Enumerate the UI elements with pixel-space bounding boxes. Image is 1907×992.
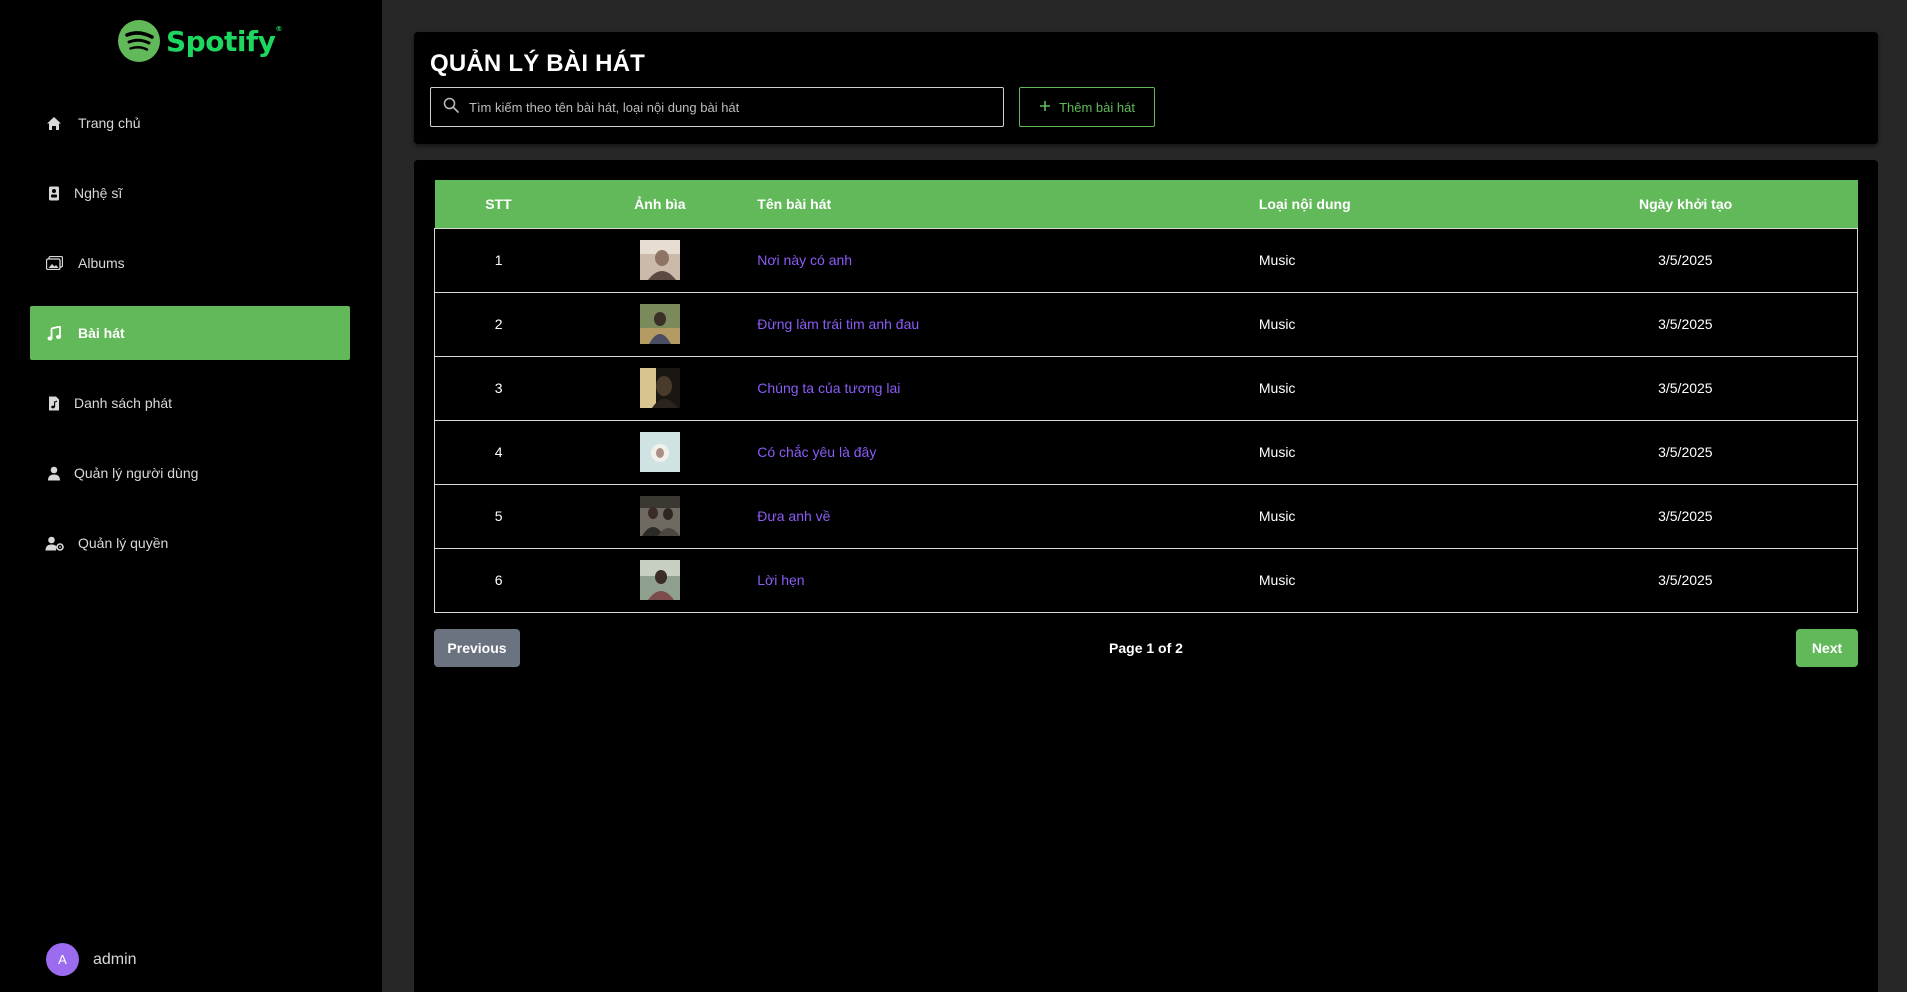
cell-name: Chúng ta của tương lai (757, 355, 1259, 420)
cell-cover (562, 547, 758, 613)
cell-name: Đưa anh về (757, 483, 1259, 548)
cell-stt: 4 (434, 419, 563, 484)
cell-cover (562, 227, 758, 292)
user-name: admin (93, 950, 137, 968)
songs-table: STT Ảnh bìa Tên bài hát Loại nội dung Ng… (434, 180, 1858, 613)
search-box[interactable] (430, 87, 1004, 127)
sidebar-item-playlists[interactable]: Danh sách phát (30, 376, 350, 430)
cell-type: Music (1258, 547, 1514, 613)
cell-name: Đừng làm trái tim anh đau (757, 291, 1259, 356)
cell-stt: 6 (434, 547, 563, 613)
previous-page-button[interactable]: Previous (434, 629, 520, 667)
sidebar-item-albums[interactable]: Albums (30, 236, 350, 290)
cell-stt: 2 (434, 291, 563, 356)
column-header-name[interactable]: Tên bài hát (757, 180, 1259, 228)
table-row[interactable]: 1 Nơi này có anh Music 3/5/2025 (434, 227, 1858, 292)
add-song-button[interactable]: Thêm bài hát (1019, 87, 1155, 127)
cell-name: Nơi này có anh (757, 227, 1259, 292)
table-header-row: STT Ảnh bìa Tên bài hát Loại nội dung Ng… (434, 180, 1858, 228)
avatar: A (46, 943, 79, 976)
cell-name: Có chắc yêu là đây (757, 419, 1259, 484)
cell-type: Music (1258, 483, 1514, 548)
brand-name: Spotify® (166, 24, 282, 58)
song-link[interactable]: Đừng làm trái tim anh đau (757, 316, 919, 332)
home-icon (44, 114, 64, 132)
song-link[interactable]: Có chắc yêu là đây (757, 444, 876, 460)
table-row[interactable]: 2 Đừng làm trái tim anh đau Music 3/5/20… (434, 291, 1858, 356)
sidebar-item-label: Quản lý người dùng (74, 465, 199, 481)
cell-type: Music (1258, 355, 1514, 420)
table-row[interactable]: 6 Lời hẹn Music 3/5/2025 (434, 547, 1858, 613)
playlist-icon (44, 394, 64, 412)
cover-image (639, 432, 680, 472)
cell-date: 3/5/2025 (1513, 483, 1858, 548)
artist-icon (44, 184, 64, 202)
cell-type: Music (1258, 291, 1514, 356)
cell-stt: 5 (434, 483, 563, 548)
user-icon (44, 464, 64, 482)
song-link[interactable]: Đưa anh về (757, 508, 830, 524)
spotify-logo[interactable]: Spotify® (118, 18, 282, 64)
albums-icon (44, 254, 64, 272)
sidebar-item-users[interactable]: Quản lý người dùng (30, 446, 350, 500)
add-song-label: Thêm bài hát (1059, 99, 1135, 115)
sidebar-item-songs[interactable]: Bài hát (30, 306, 350, 360)
cover-image (639, 560, 680, 600)
cell-date: 3/5/2025 (1513, 227, 1858, 292)
cell-date: 3/5/2025 (1513, 355, 1858, 420)
search-input[interactable] (469, 99, 989, 115)
sidebar-item-label: Nghệ sĩ (74, 185, 123, 201)
cell-stt: 3 (434, 355, 563, 420)
user-settings-icon (44, 534, 64, 552)
column-header-type[interactable]: Loại nội dung (1258, 180, 1514, 228)
sidebar: Spotify® Trang chủ Nghệ sĩ Albums Bài há… (0, 0, 382, 992)
sidebar-item-label: Bài hát (78, 325, 125, 341)
sidebar-item-label: Trang chủ (78, 115, 141, 131)
sidebar-item-home[interactable]: Trang chủ (30, 96, 350, 150)
cell-cover (562, 291, 758, 356)
cover-image (639, 240, 680, 280)
spotify-logo-icon (118, 20, 160, 62)
cell-type: Music (1258, 227, 1514, 292)
song-link[interactable]: Chúng ta của tương lai (757, 380, 900, 396)
song-link[interactable]: Nơi này có anh (757, 252, 852, 268)
page-title: QUẢN LÝ BÀI HÁT (430, 50, 645, 77)
column-header-cover[interactable]: Ảnh bìa (562, 180, 758, 228)
song-link[interactable]: Lời hẹn (757, 572, 804, 588)
brand-mark: ® (275, 24, 282, 33)
table-row[interactable]: 4 Có chắc yêu là đây Music 3/5/2025 (434, 419, 1858, 484)
search-icon (443, 97, 459, 118)
plus-icon (1039, 100, 1051, 115)
cover-image (639, 304, 680, 344)
cell-stt: 1 (434, 227, 563, 292)
sidebar-item-label: Quản lý quyền (78, 535, 169, 551)
cell-date: 3/5/2025 (1513, 291, 1858, 356)
sidebar-item-label: Albums (78, 255, 125, 271)
column-header-stt[interactable]: STT (434, 180, 563, 228)
table-row[interactable]: 5 Đưa anh về Music 3/5/2025 (434, 483, 1858, 548)
cell-type: Music (1258, 419, 1514, 484)
sidebar-item-artists[interactable]: Nghệ sĩ (30, 166, 350, 220)
cell-date: 3/5/2025 (1513, 547, 1858, 613)
songs-panel: STT Ảnh bìa Tên bài hát Loại nội dung Ng… (414, 160, 1878, 992)
column-header-date[interactable]: Ngày khởi tạo (1513, 180, 1858, 228)
cell-cover (562, 419, 758, 484)
sidebar-item-permissions[interactable]: Quản lý quyền (30, 516, 350, 570)
cell-date: 3/5/2025 (1513, 419, 1858, 484)
cell-cover (562, 483, 758, 548)
next-page-button[interactable]: Next (1796, 629, 1858, 667)
cell-name: Lời hẹn (757, 547, 1259, 613)
page-indicator: Page 1 of 2 (1109, 640, 1183, 656)
page-header: QUẢN LÝ BÀI HÁT Thêm bài hát (414, 32, 1878, 144)
sidebar-item-label: Danh sách phát (74, 395, 173, 411)
cover-image (639, 368, 680, 408)
cover-image (639, 496, 680, 536)
current-user[interactable]: A admin (46, 943, 137, 976)
music-note-icon (44, 324, 64, 342)
table-row[interactable]: 3 Chúng ta của tương lai Music 3/5/2025 (434, 355, 1858, 420)
cell-cover (562, 355, 758, 420)
